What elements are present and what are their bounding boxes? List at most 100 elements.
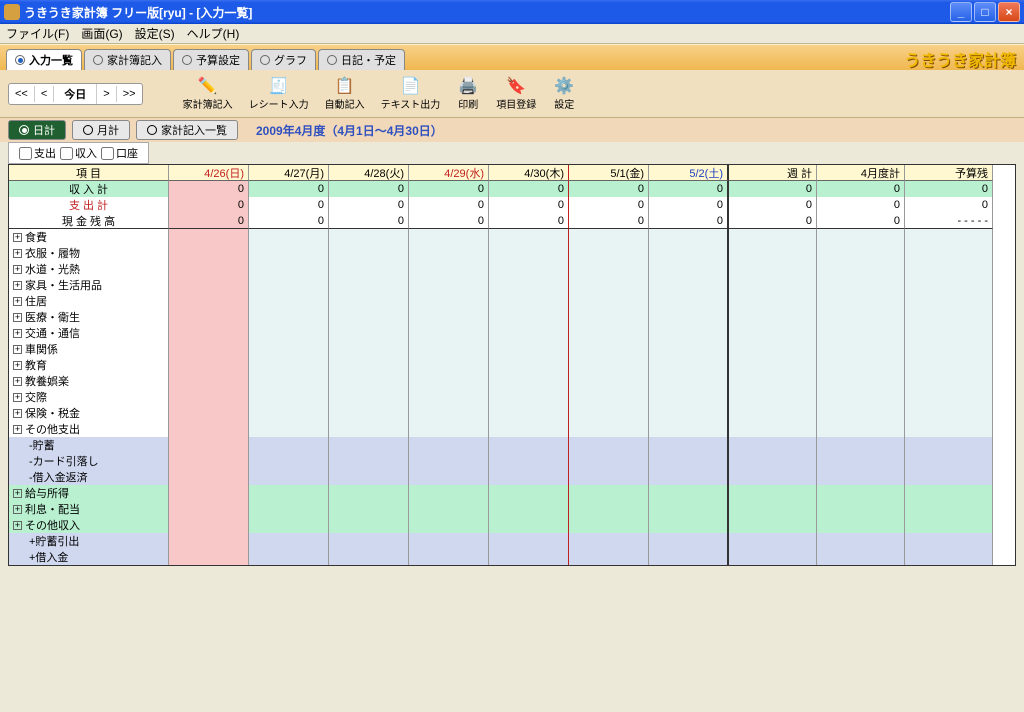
data-cell[interactable] <box>569 405 649 421</box>
data-cell[interactable] <box>489 389 569 405</box>
data-cell[interactable] <box>649 357 729 373</box>
data-cell[interactable] <box>905 389 993 405</box>
data-cell[interactable] <box>329 309 409 325</box>
data-cell[interactable] <box>905 517 993 533</box>
subtab-monthly[interactable]: 月計 <box>72 120 130 140</box>
data-cell[interactable] <box>569 437 649 453</box>
data-cell[interactable] <box>905 485 993 501</box>
tb-settings[interactable]: ⚙️設定 <box>548 74 580 113</box>
data-cell[interactable] <box>169 501 249 517</box>
col-d1[interactable]: 4/26(日) <box>169 165 249 181</box>
category-label[interactable]: +交通・通信 <box>9 325 169 341</box>
maximize-button[interactable]: □ <box>974 2 996 22</box>
category-label[interactable]: +その他支出 <box>9 421 169 437</box>
data-cell[interactable] <box>569 229 649 245</box>
data-cell[interactable] <box>489 325 569 341</box>
data-cell[interactable] <box>329 469 409 485</box>
minimize-button[interactable]: _ <box>950 2 972 22</box>
data-cell[interactable] <box>649 517 729 533</box>
data-cell[interactable] <box>249 389 329 405</box>
data-cell[interactable] <box>329 293 409 309</box>
data-cell[interactable] <box>169 293 249 309</box>
tb-print[interactable]: 🖨️印刷 <box>452 74 484 113</box>
tab-kakeibo-entry[interactable]: 家計簿記入 <box>84 49 171 70</box>
data-cell[interactable] <box>817 421 905 437</box>
data-cell[interactable] <box>729 533 817 549</box>
data-cell[interactable] <box>489 293 569 309</box>
expand-icon[interactable]: + <box>13 409 22 418</box>
expand-icon[interactable]: + <box>13 329 22 338</box>
data-cell[interactable] <box>169 437 249 453</box>
data-cell[interactable] <box>169 309 249 325</box>
expand-icon[interactable]: + <box>13 297 22 306</box>
data-cell[interactable] <box>905 501 993 517</box>
data-cell[interactable] <box>905 373 993 389</box>
expand-icon[interactable]: + <box>13 281 22 290</box>
data-cell[interactable] <box>169 453 249 469</box>
data-cell[interactable] <box>817 453 905 469</box>
data-cell[interactable] <box>329 325 409 341</box>
data-cell[interactable] <box>569 421 649 437</box>
data-cell[interactable] <box>409 437 489 453</box>
data-cell[interactable] <box>649 309 729 325</box>
data-cell[interactable] <box>817 485 905 501</box>
data-cell[interactable] <box>249 325 329 341</box>
data-cell[interactable] <box>905 357 993 373</box>
expand-icon[interactable]: + <box>13 393 22 402</box>
data-cell[interactable] <box>649 437 729 453</box>
data-cell[interactable] <box>249 277 329 293</box>
data-cell[interactable] <box>409 325 489 341</box>
data-cell[interactable] <box>817 437 905 453</box>
data-cell[interactable] <box>409 533 489 549</box>
col-month[interactable]: 4月度計 <box>817 165 905 181</box>
data-cell[interactable] <box>569 261 649 277</box>
data-cell[interactable] <box>569 485 649 501</box>
data-cell[interactable] <box>569 309 649 325</box>
data-cell[interactable] <box>329 229 409 245</box>
data-cell[interactable] <box>817 517 905 533</box>
data-cell[interactable] <box>169 373 249 389</box>
data-cell[interactable] <box>569 501 649 517</box>
data-cell[interactable] <box>649 389 729 405</box>
data-cell[interactable] <box>169 485 249 501</box>
category-label[interactable]: +教育 <box>9 357 169 373</box>
data-cell[interactable] <box>489 421 569 437</box>
data-cell[interactable] <box>817 357 905 373</box>
data-cell[interactable] <box>489 373 569 389</box>
data-cell[interactable] <box>409 373 489 389</box>
data-cell[interactable] <box>729 469 817 485</box>
data-cell[interactable] <box>249 549 329 565</box>
tab-input-list[interactable]: 入力一覧 <box>6 49 82 70</box>
category-label[interactable]: +教養娯楽 <box>9 373 169 389</box>
tb-text-output[interactable]: 📄テキスト出力 <box>377 74 445 113</box>
data-cell[interactable] <box>249 485 329 501</box>
data-cell[interactable] <box>169 357 249 373</box>
data-cell[interactable] <box>409 389 489 405</box>
data-cell[interactable] <box>569 517 649 533</box>
data-cell[interactable] <box>569 245 649 261</box>
data-cell[interactable] <box>729 341 817 357</box>
data-cell[interactable] <box>649 261 729 277</box>
data-cell[interactable] <box>329 517 409 533</box>
data-cell[interactable] <box>649 549 729 565</box>
data-cell[interactable] <box>489 261 569 277</box>
data-cell[interactable] <box>905 325 993 341</box>
data-cell[interactable] <box>249 405 329 421</box>
data-cell[interactable] <box>329 533 409 549</box>
data-cell[interactable] <box>729 485 817 501</box>
data-cell[interactable] <box>569 277 649 293</box>
data-cell[interactable] <box>729 453 817 469</box>
data-cell[interactable] <box>489 405 569 421</box>
data-cell[interactable] <box>409 293 489 309</box>
data-cell[interactable] <box>329 421 409 437</box>
data-cell[interactable] <box>409 309 489 325</box>
data-cell[interactable] <box>409 341 489 357</box>
data-cell[interactable] <box>817 245 905 261</box>
expand-icon[interactable]: + <box>13 489 22 498</box>
data-cell[interactable] <box>649 229 729 245</box>
data-cell[interactable] <box>817 309 905 325</box>
data-cell[interactable] <box>409 501 489 517</box>
category-label[interactable]: +家具・生活用品 <box>9 277 169 293</box>
data-cell[interactable] <box>729 405 817 421</box>
data-cell[interactable] <box>729 437 817 453</box>
